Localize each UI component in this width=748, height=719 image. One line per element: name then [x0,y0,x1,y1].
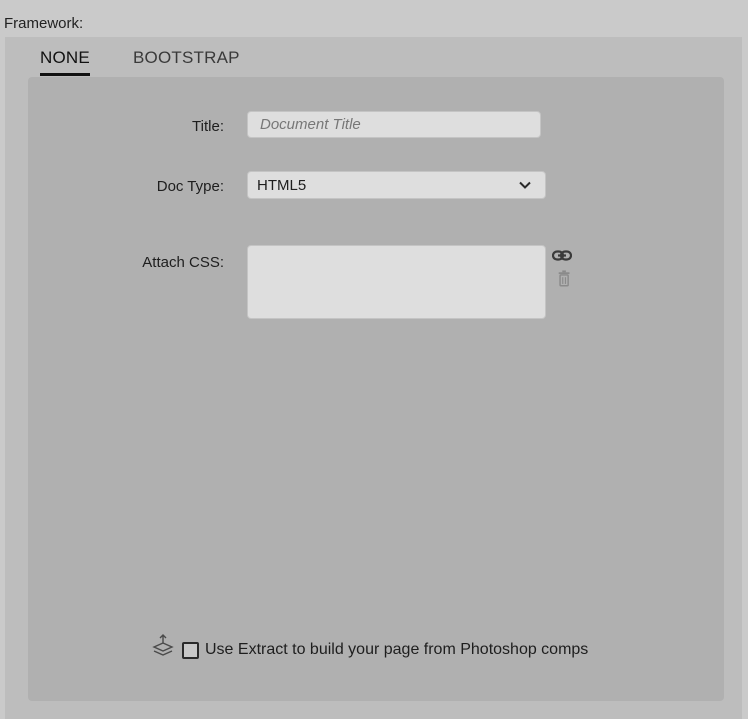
tab-bootstrap[interactable]: BOOTSTRAP [133,48,240,68]
active-tab-indicator [40,73,90,76]
attach-css-label: Attach CSS: [142,254,224,271]
framework-label: Framework: [4,15,84,32]
title-input[interactable] [247,111,541,138]
trash-icon[interactable] [555,270,575,288]
tab-bootstrap-label: BOOTSTRAP [133,48,240,67]
attach-css-list[interactable] [247,245,546,319]
doc-type-value: HTML5 [257,177,307,194]
tab-none[interactable]: NONE [40,48,90,76]
extract-label: Use Extract to build your page from Phot… [205,641,589,658]
doc-type-select[interactable]: HTML5 [247,171,546,199]
tab-none-label: NONE [40,48,90,67]
chevron-down-icon [519,181,531,189]
extract-checkbox[interactable] [182,642,199,659]
title-label: Title: [192,118,224,135]
layers-icon [152,634,174,656]
link-icon[interactable] [552,247,572,265]
doc-type-label: Doc Type: [156,178,224,195]
